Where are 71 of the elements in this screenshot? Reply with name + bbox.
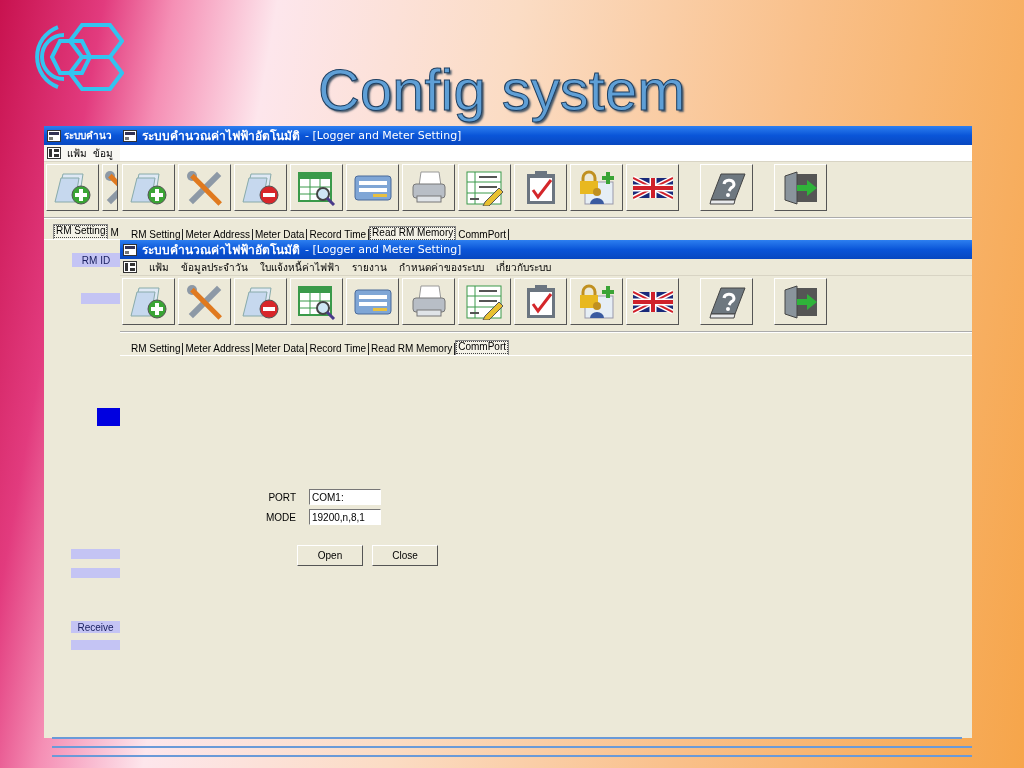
window-title: ระบบคำนวณค่าไฟฟ้าอัตโนมัติ bbox=[142, 128, 300, 145]
toolbar-button[interactable] bbox=[346, 278, 399, 325]
wrench-screwdriver-icon bbox=[184, 283, 225, 320]
toolbar-button[interactable] bbox=[290, 164, 343, 211]
toolbar-button[interactable] bbox=[102, 164, 118, 211]
window-icon bbox=[123, 243, 137, 256]
field-label: RM ID bbox=[72, 253, 120, 267]
toolbar-button[interactable] bbox=[402, 278, 455, 325]
label-strip bbox=[71, 640, 120, 650]
input-field[interactable]: COM1: bbox=[309, 489, 381, 505]
document-title: - [Logger and Meter Setting] bbox=[305, 243, 462, 256]
label-strip bbox=[71, 549, 120, 559]
field-label: Receive bbox=[71, 621, 120, 633]
menu-item[interactable]: รายงาน bbox=[352, 259, 387, 275]
menu-item[interactable]: แฟ้ม bbox=[149, 259, 169, 275]
toolbar-button[interactable] bbox=[346, 164, 399, 211]
tab[interactable]: RM Setting bbox=[129, 343, 184, 355]
menu-item[interactable]: กำหนดค่าของระบบ bbox=[399, 259, 484, 275]
wrench-screwdriver-icon bbox=[184, 169, 225, 206]
tab[interactable]: Read RM Memory bbox=[369, 226, 457, 240]
spreadsheet-pencil-icon bbox=[464, 283, 505, 320]
tab[interactable]: Meter Data bbox=[252, 343, 308, 355]
table-magnifier-icon bbox=[296, 169, 337, 206]
child-window-icon[interactable] bbox=[47, 147, 61, 159]
child-window-icon[interactable] bbox=[123, 261, 137, 273]
menu-item[interactable]: เกี่ยวกับระบบ bbox=[496, 259, 551, 275]
menu-item[interactable]: ข้อมูลประจำวัน bbox=[181, 259, 248, 275]
window-icon bbox=[47, 129, 61, 142]
toolbar-button[interactable] bbox=[402, 164, 455, 211]
document-title: - [Logger and Meter Setting] bbox=[305, 129, 462, 142]
form-button[interactable]: Close bbox=[372, 545, 438, 566]
toolbar-button[interactable] bbox=[700, 278, 753, 325]
tab[interactable]: Record Time bbox=[307, 343, 370, 355]
toolbar-button[interactable] bbox=[774, 278, 827, 325]
toolbar-button[interactable] bbox=[514, 278, 567, 325]
field-label: PORT bbox=[267, 491, 296, 503]
input-field[interactable]: 19200,n,8,1 bbox=[309, 509, 381, 525]
toolbar-button[interactable] bbox=[626, 164, 679, 211]
toolbar-button[interactable] bbox=[234, 278, 287, 325]
toolbar-button[interactable] bbox=[290, 278, 343, 325]
menu-item[interactable]: ใบแจ้งหนี้ค่าไฟฟ้า bbox=[260, 259, 340, 275]
toolbar-button[interactable] bbox=[234, 164, 287, 211]
toolbar-button[interactable] bbox=[46, 164, 99, 211]
slide-title: Config system bbox=[318, 56, 686, 123]
field-label: MODE bbox=[265, 511, 296, 523]
toolbar-button[interactable] bbox=[458, 164, 511, 211]
toolbar-button[interactable] bbox=[514, 164, 567, 211]
toolbar-button[interactable] bbox=[122, 164, 175, 211]
toolbar-button[interactable] bbox=[458, 278, 511, 325]
toolbar-button[interactable] bbox=[570, 164, 623, 211]
toolbar-button[interactable] bbox=[700, 164, 753, 211]
form-button[interactable]: Open bbox=[297, 545, 363, 566]
label-strip bbox=[71, 568, 120, 578]
window-icon bbox=[123, 129, 137, 142]
spreadsheet-pencil-icon bbox=[464, 169, 505, 206]
toolbar-button[interactable] bbox=[178, 278, 231, 325]
window-title: ระบบคำนวณค่าไฟฟ้าอัตโนมัติ bbox=[142, 242, 300, 259]
toolbar-button[interactable] bbox=[122, 278, 175, 325]
window-title: ระบบคำนว bbox=[64, 129, 112, 143]
tab[interactable]: CommPort bbox=[455, 340, 510, 355]
toolbar-button[interactable] bbox=[570, 278, 623, 325]
table-magnifier-icon bbox=[296, 283, 337, 320]
tab[interactable]: RM Setting bbox=[53, 224, 109, 239]
label-strip bbox=[81, 293, 120, 304]
menu-item[interactable]: แฟ้ม bbox=[67, 145, 87, 161]
color-swatch bbox=[97, 408, 120, 426]
toolbar-button[interactable] bbox=[178, 164, 231, 211]
tab[interactable]: Meter Address bbox=[183, 343, 253, 355]
menu-item[interactable]: ข้อมู bbox=[93, 145, 113, 161]
toolbar-button[interactable] bbox=[626, 278, 679, 325]
toolbar-button[interactable] bbox=[774, 164, 827, 211]
